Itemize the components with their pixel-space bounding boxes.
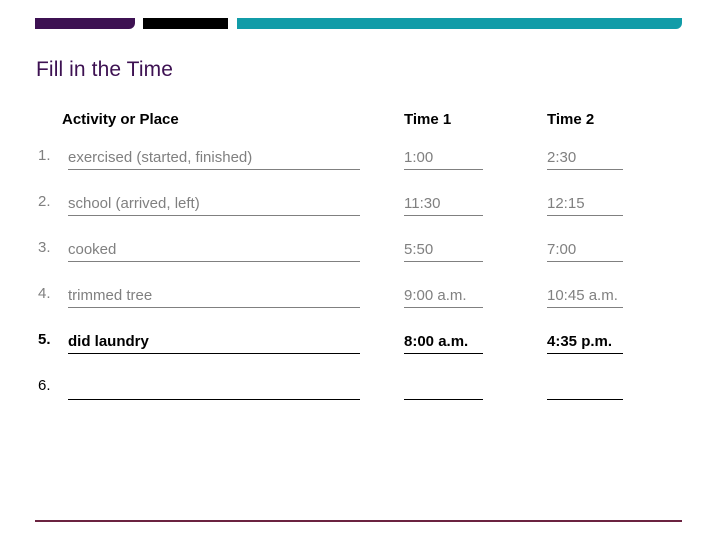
row-number: 5. (38, 331, 51, 348)
table-row: 3. cooked 5:50 7:00 (0, 234, 720, 280)
activity-field[interactable]: did laundry (68, 331, 360, 354)
time2-field[interactable]: 4:35 p.m. (547, 331, 623, 354)
row-number: 2. (38, 193, 51, 210)
row-number: 4. (38, 285, 51, 302)
table-row: 4. trimmed tree 9:00 a.m. 10:45 a.m. (0, 280, 720, 326)
time2-value: 2:30 (547, 149, 577, 166)
footer-divider (35, 520, 682, 522)
activity-value: school (arrived, left) (68, 195, 200, 212)
row-number: 6. (38, 377, 51, 394)
activity-value: did laundry (68, 333, 149, 350)
column-header-time1: Time 1 (404, 111, 452, 128)
decorative-header-bar (0, 0, 720, 46)
activity-field[interactable]: cooked (68, 239, 360, 262)
time2-value: 10:45 a.m. (547, 287, 618, 304)
time1-field[interactable] (404, 377, 483, 400)
time1-field[interactable]: 5:50 (404, 239, 483, 262)
time1-field[interactable]: 8:00 a.m. (404, 331, 483, 354)
decor-bar-black (143, 18, 228, 29)
row-number: 1. (38, 147, 51, 164)
worksheet-table: Activity or Place Time 1 Time 2 1. exerc… (0, 106, 720, 418)
time1-field[interactable]: 11:30 (404, 193, 483, 216)
activity-field[interactable]: school (arrived, left) (68, 193, 360, 216)
decor-bar-purple (35, 18, 135, 29)
time1-value: 8:00 a.m. (404, 333, 469, 350)
table-row: 5. did laundry 8:00 a.m. 4:35 p.m. (0, 326, 720, 372)
activity-value: cooked (68, 241, 117, 258)
activity-field[interactable]: trimmed tree (68, 285, 360, 308)
time2-field[interactable]: 10:45 a.m. (547, 285, 623, 308)
activity-field[interactable] (68, 377, 360, 400)
time2-field[interactable]: 7:00 (547, 239, 623, 262)
time2-value: 12:15 (547, 195, 585, 212)
activity-value: exercised (started, finished) (68, 149, 253, 166)
time2-field[interactable]: 2:30 (547, 147, 623, 170)
column-header-time2: Time 2 (547, 111, 595, 128)
table-row: 2. school (arrived, left) 11:30 12:15 (0, 188, 720, 234)
row-number: 3. (38, 239, 51, 256)
activity-value: trimmed tree (68, 287, 153, 304)
time1-field[interactable]: 9:00 a.m. (404, 285, 483, 308)
time1-value: 1:00 (404, 149, 434, 166)
time1-value: 9:00 a.m. (404, 287, 467, 304)
time1-value: 5:50 (404, 241, 434, 258)
time2-value: 4:35 p.m. (547, 333, 613, 350)
time2-field[interactable]: 12:15 (547, 193, 623, 216)
page-title: Fill in the Time (36, 58, 173, 81)
time2-field[interactable] (547, 377, 623, 400)
time1-value: 11:30 (404, 195, 441, 212)
column-header-activity: Activity or Place (62, 111, 179, 128)
decor-bar-teal (237, 18, 682, 29)
time1-field[interactable]: 1:00 (404, 147, 483, 170)
table-header-row: Activity or Place Time 1 Time 2 (0, 106, 720, 142)
activity-field[interactable]: exercised (started, finished) (68, 147, 360, 170)
table-row: 6. (0, 372, 720, 418)
time2-value: 7:00 (547, 241, 577, 258)
table-row: 1. exercised (started, finished) 1:00 2:… (0, 142, 720, 188)
